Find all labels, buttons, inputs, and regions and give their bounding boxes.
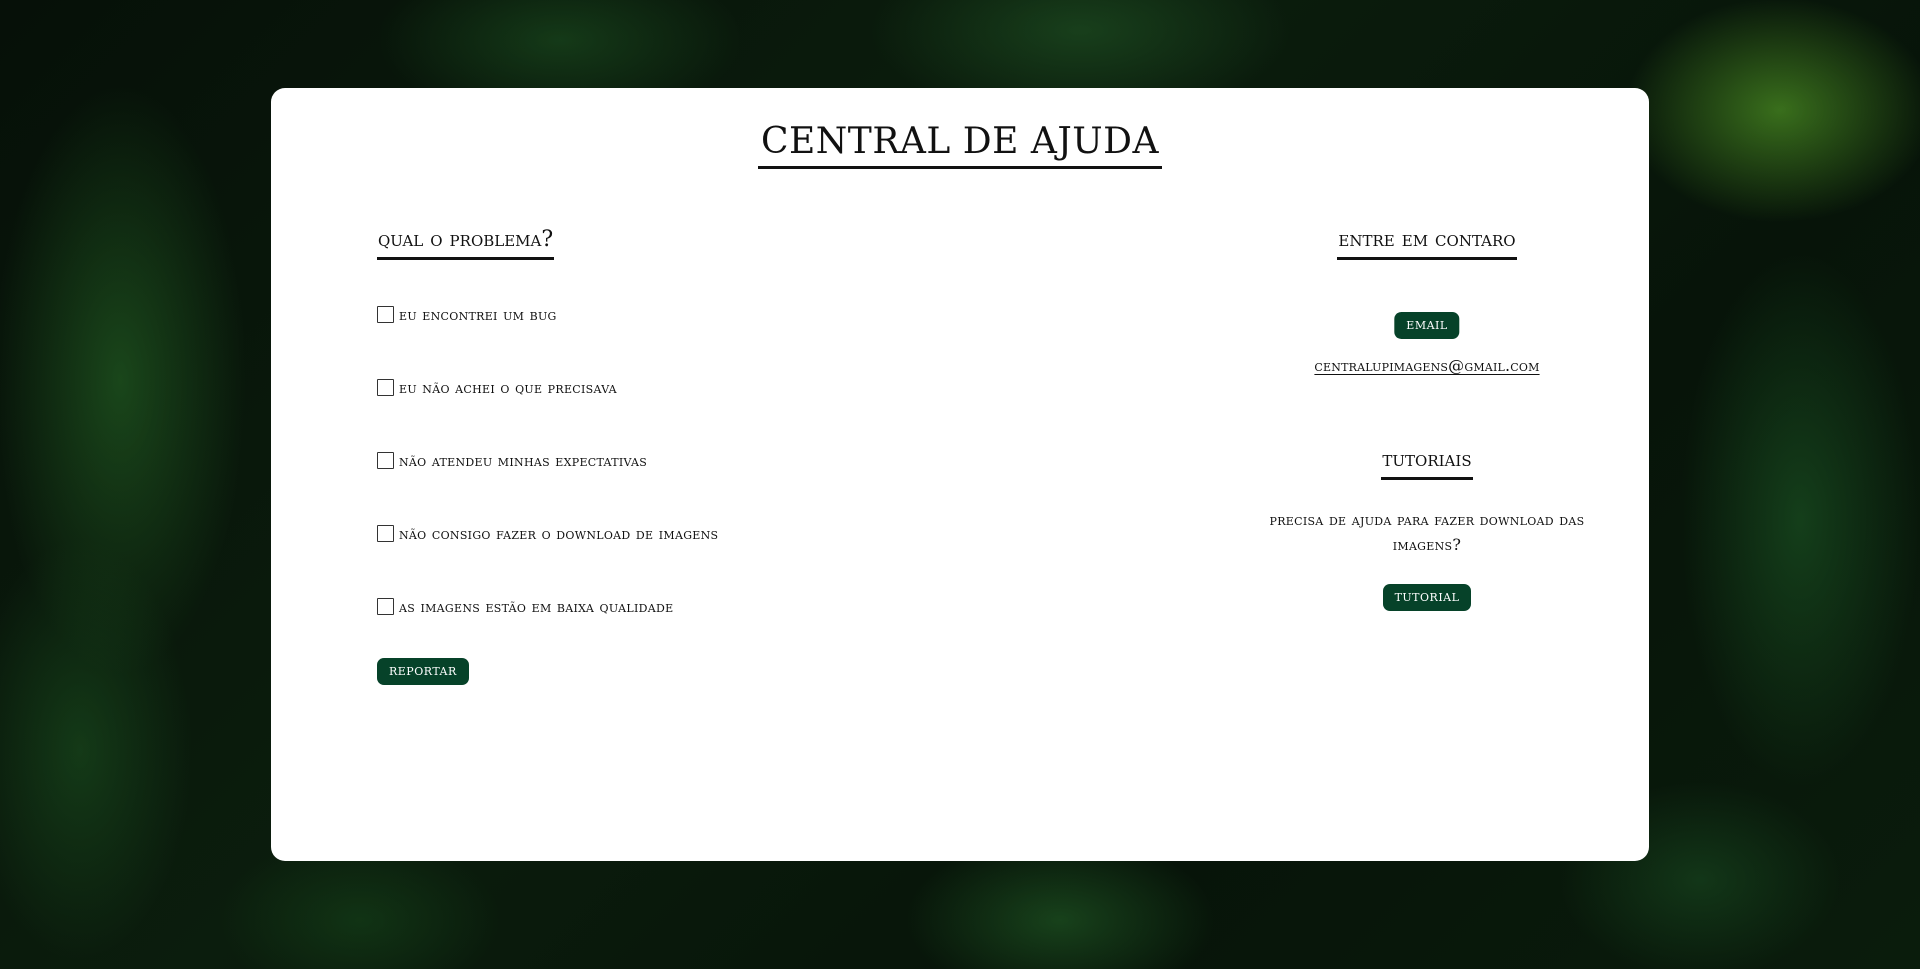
sidebar-section: ENTRE EM CONTARO EMAIL centralupimagens@… [1221, 227, 1633, 611]
problem-label: AS IMAGENS ESTÃO EM BAIXA QUALIDADE [399, 596, 674, 616]
checkbox-bug[interactable] [377, 305, 394, 323]
report-button[interactable]: REPORTAR [377, 658, 469, 685]
contact-section: ENTRE EM CONTARO EMAIL centralupimagens@… [1221, 227, 1633, 408]
tutorials-description: PRECISA DE AJUDA PARA FAZER DOWNLOAD DAS… [1269, 510, 1585, 554]
problem-label: EU NÃO ACHEI O QUE PRECISAVA [399, 377, 617, 397]
problem-label: EU ENCONTREI UM BUG [399, 304, 557, 324]
page-title: CENTRAL DE AJUDA [757, 122, 1162, 169]
problem-label: NÃO CONSIGO FAZER O DOWNLOAD DE IMAGENS [399, 523, 719, 543]
tutorials-section: TUTORIAIS PRECISA DE AJUDA PARA FAZER DO… [1221, 447, 1633, 611]
problem-option-bug[interactable]: EU ENCONTREI UM BUG [377, 304, 1077, 324]
problem-list: EU ENCONTREI UM BUG EU NÃO ACHEI O QUE P… [377, 304, 1077, 616]
email-address-link[interactable]: centralupimagens@gmail.com [1221, 356, 1633, 375]
checkbox-low-quality[interactable] [377, 597, 394, 615]
checkbox-download[interactable] [377, 524, 394, 542]
problem-option-not-found[interactable]: EU NÃO ACHEI O QUE PRECISAVA [377, 377, 1077, 397]
email-button[interactable]: EMAIL [1394, 312, 1460, 339]
page-title-wrap: CENTRAL DE AJUDA [271, 122, 1649, 169]
problem-heading: QUAL O PROBLEMA? [377, 227, 555, 261]
problem-section: QUAL O PROBLEMA? EU ENCONTREI UM BUG EU … [377, 227, 1077, 616]
contact-heading: ENTRE EM CONTARO [1337, 227, 1517, 261]
tutorials-heading: TUTORIAIS [1381, 447, 1473, 481]
checkbox-expectations[interactable] [377, 451, 394, 469]
problem-option-download[interactable]: NÃO CONSIGO FAZER O DOWNLOAD DE IMAGENS [377, 523, 1077, 543]
problem-option-low-quality[interactable]: AS IMAGENS ESTÃO EM BAIXA QUALIDADE [377, 596, 1077, 616]
help-card: CENTRAL DE AJUDA QUAL O PROBLEMA? EU ENC… [271, 88, 1649, 861]
checkbox-not-found[interactable] [377, 378, 394, 396]
tutorial-button[interactable]: TUTORIAL [1382, 583, 1472, 611]
problem-option-expectations[interactable]: NÃO ATENDEU MINHAS EXPECTATIVAS [377, 450, 1077, 470]
problem-label: NÃO ATENDEU MINHAS EXPECTATIVAS [399, 450, 648, 470]
